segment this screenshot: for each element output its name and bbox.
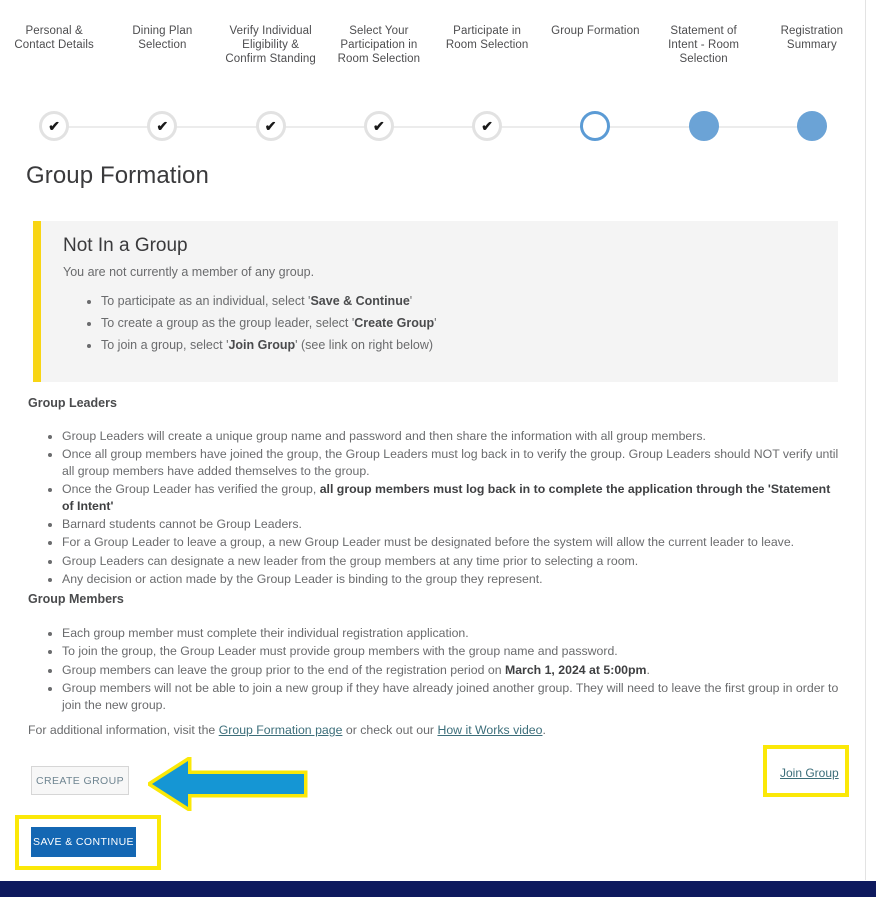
additional-information-line: For additional information, visit the Gr… [28,723,546,737]
not-in-a-group-alert: Not In a Group You are not currently a m… [33,221,838,382]
alert-bullet-item: To create a group as the group leader, s… [101,313,818,333]
group-members-bullet-emphasis: March 1, 2024 at 5:00pm [504,662,647,677]
step-node-cell-4: ✔ [433,111,542,141]
step-node-cell-5 [541,111,650,141]
alert-bullet-text: To join a group, select ' [101,338,229,352]
alert-bullet-text-tail: ' [409,294,413,308]
group-members-bullet-item: Group members will not be able to join a… [62,680,840,713]
check-icon: ✔ [156,118,169,134]
step-node-cell-2: ✔ [216,111,326,141]
group-leaders-bullet-item: Group Leaders can designate a new leader… [62,553,840,569]
create-group-button[interactable]: CREATE GROUP [31,766,129,795]
how-it-works-video-link[interactable]: How it Works video [437,723,542,737]
group-leaders-bullet-item: Any decision or action made by the Group… [62,571,840,587]
group-members-bullet-item: Each group member must complete their in… [62,625,840,641]
info-line-pre: For additional information, visit the [28,723,219,737]
group-members-bullet-item: Group members can leave the group prior … [62,662,840,678]
group-leaders-heading: Group Leaders [28,396,117,410]
group-members-bullet-item: To join the group, the Group Leader must… [62,643,840,659]
alert-bullet-item: To participate as an individual, select … [101,291,818,311]
group-members-bullet-text: Group members will not be able to join a… [62,681,839,712]
alert-bullet-text: To create a group as the group leader, s… [101,316,355,330]
group-members-bullet-text: Each group member must complete their in… [62,626,469,640]
group-leaders-bullet-item: Group Leaders will create a unique group… [62,428,840,444]
step-label-3: Select Your Participation in Room Select… [337,25,421,65]
step-node-cell-3: ✔ [324,111,434,141]
check-icon: ✔ [481,118,493,134]
step-node-7-future[interactable] [796,111,827,141]
stepper-track: ✔ ✔ ✔ ✔ ✔ [0,106,866,146]
check-icon: ✔ [264,118,277,134]
group-members-bullet-text: Group members can leave the group prior … [62,662,505,677]
step-node-1-done[interactable]: ✔ [147,111,178,141]
group-members-bullet-text: To join the group, the Group Leader must… [62,644,618,659]
group-leaders-bullet-text: Any decision or action made by the Group… [62,572,543,587]
step-label-0: Personal & Contact Details [14,25,94,51]
step-node-0-done[interactable]: ✔ [39,111,70,141]
step-label-1: Dining Plan Selection [132,25,193,51]
alert-bullet-text-tail: ' [434,316,437,330]
group-leaders-bullet-item: For a Group Leader to leave a group, a n… [62,534,840,550]
check-icon: ✔ [373,118,385,134]
step-label-2: Verify Individual Eligibility & Confirm … [225,25,316,65]
page-frame: Personal & Contact Details Dining Plan Se… [0,0,866,880]
step-node-5-current[interactable] [580,111,611,141]
group-leaders-bullet-text: Once all group members have joined the g… [62,447,839,478]
page-title: Group Formation [26,162,209,189]
step-node-3-done[interactable]: ✔ [363,111,394,141]
group-members-bullet-text-tail: . [646,662,650,677]
step-label-7: Registration Summary [780,25,844,51]
group-leaders-bullet-item: Once all group members have joined the g… [62,446,840,479]
alert-bullet-list: To participate as an individual, select … [63,291,818,355]
alert-bullet-text: To participate as an individual, select … [101,294,311,308]
group-leaders-bullet-item: Barnard students cannot be Group Leaders… [62,516,840,532]
info-line-post: . [542,723,546,737]
step-node-6-future[interactable] [688,111,719,141]
group-leaders-bullet-text: For a Group Leader to leave a group, a n… [62,535,795,550]
step-node-cell-6 [649,111,759,141]
step-node-cell-0: ✔ [0,111,109,141]
save-and-continue-button[interactable]: SAVE & CONTINUE [31,827,136,857]
group-members-list: Each group member must complete their in… [28,625,840,715]
join-group-link[interactable]: Join Group [780,766,839,780]
info-line-mid: or check out our [342,723,438,737]
step-label-5: Group Formation [551,25,640,37]
step-label-6: Statement of Intent - Room Selection [668,25,740,65]
group-leaders-bullet-item: Once the Group Leader has verified the g… [62,481,840,514]
alert-bullet-item: To join a group, select 'Join Group' (se… [101,335,818,355]
left-pointing-arrow-icon [148,757,308,811]
group-leaders-bullet-text: Group Leaders will create a unique group… [62,429,706,443]
alert-heading: Not In a Group [63,235,188,256]
step-node-4-done[interactable]: ✔ [472,111,503,141]
stepper-labels: Personal & Contact Details Dining Plan Se… [0,24,866,66]
alert-subtext: You are not currently a member of any gr… [63,265,315,279]
group-leaders-bullet-text: Group Leaders can designate a new leader… [62,553,639,568]
alert-bullet-emphasis: Join Group [228,338,296,352]
alert-bullet-emphasis: Create Group [354,316,435,330]
alert-bullet-emphasis: Save & Continue [310,294,410,308]
registration-stepper: Personal & Contact Details Dining Plan Se… [0,0,866,155]
step-node-cell-7 [757,111,866,141]
group-leaders-bullet-text: Barnard students cannot be Group Leaders… [62,517,302,532]
step-label-4: Participate in Room Selection [445,25,529,51]
group-formation-page-link[interactable]: Group Formation page [219,723,343,737]
group-members-heading: Group Members [28,592,124,606]
alert-bullet-text-tail: ' (see link on right below) [295,338,434,352]
step-node-cell-1: ✔ [108,111,217,141]
step-node-2-done[interactable]: ✔ [255,111,286,141]
check-icon: ✔ [48,118,60,134]
footer-bar [0,881,876,897]
group-leaders-list: Group Leaders will create a unique group… [28,428,840,590]
group-leaders-bullet-text: Once the Group Leader has verified the g… [62,482,320,497]
